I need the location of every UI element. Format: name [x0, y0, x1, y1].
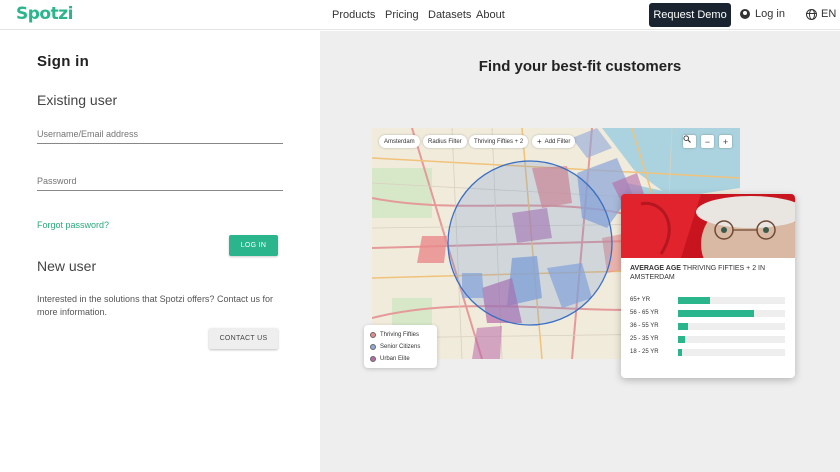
add-filter-chip[interactable]: + Add Filter	[532, 135, 576, 148]
age-insight-card: AVERAGE AGE THRIVING FIFTIES + 2 IN AMST…	[621, 194, 795, 378]
age-bar-label: 65+ YR	[630, 297, 651, 303]
legend-item: Thriving Fifties	[370, 329, 437, 341]
promo-panel: Find your best-fit customers Amsterdam R…	[320, 31, 840, 472]
legend-swatch	[370, 356, 376, 362]
contact-us-button[interactable]: CONTACT US	[209, 328, 278, 349]
spotzi-logo[interactable]: Spotzi	[16, 4, 73, 24]
age-bar-track	[678, 297, 785, 304]
password-field[interactable]	[37, 171, 283, 191]
user-icon	[740, 9, 750, 19]
chip-thriving-fifties[interactable]: Thriving Fifties + 2	[469, 135, 529, 148]
promo-heading: Find your best-fit customers	[478, 58, 682, 75]
language-label: EN	[821, 8, 837, 20]
login-button[interactable]: LOG IN	[229, 235, 278, 256]
age-bar-fill	[678, 323, 688, 330]
age-bar-fill	[678, 349, 682, 356]
forgot-password-link[interactable]: Forgot password?	[37, 220, 109, 230]
request-demo-button[interactable]: Request Demo	[649, 3, 731, 27]
age-bar-row: 25 - 35 YR	[630, 335, 790, 344]
legend-item: Urban Elite	[370, 353, 437, 365]
age-bar-fill	[678, 310, 754, 317]
age-bar-row: 56 - 65 YR	[630, 309, 790, 318]
zoom-in-icon[interactable]: +	[719, 135, 732, 148]
nav-about[interactable]: About	[476, 9, 505, 21]
signin-panel: Sign in Existing user Forgot password? L…	[0, 31, 320, 472]
legend-label: Urban Elite	[380, 356, 410, 362]
plus-icon: +	[537, 137, 542, 146]
zoom-out-icon[interactable]: −	[701, 135, 714, 148]
new-user-heading: New user	[37, 258, 97, 274]
legend-label: Thriving Fifties	[380, 332, 420, 338]
add-filter-label: Add Filter	[544, 138, 571, 145]
age-bar-fill	[678, 336, 685, 343]
age-bar-track	[678, 323, 785, 330]
globe-icon	[806, 8, 817, 20]
age-bar-track	[678, 310, 785, 317]
chip-radius-filter[interactable]: Radius Filter	[423, 135, 467, 148]
senior-woman-photo	[621, 194, 795, 258]
age-bar-row: 65+ YR	[630, 296, 790, 305]
age-bar-fill	[678, 297, 710, 304]
username-field[interactable]	[37, 124, 283, 144]
age-bar-row: 18 - 25 YR	[630, 348, 790, 357]
language-selector[interactable]: EN	[806, 8, 836, 20]
nav-products[interactable]: Products	[332, 9, 375, 21]
login-link[interactable]: Log in	[740, 8, 785, 20]
age-bar-label: 25 - 35 YR	[630, 336, 659, 342]
age-bar-label: 56 - 65 YR	[630, 310, 659, 316]
legend-swatch	[370, 344, 376, 350]
nav-pricing[interactable]: Pricing	[385, 9, 419, 21]
login-label: Log in	[755, 8, 785, 20]
new-user-description: Interested in the solutions that Spotzi …	[37, 294, 273, 317]
top-nav: Spotzi Products Pricing Datasets About R…	[0, 0, 840, 30]
card-title-bold: AVERAGE AGE	[630, 265, 681, 272]
signin-title: Sign in	[37, 53, 90, 70]
search-icon[interactable]	[683, 135, 696, 148]
age-bar-track	[678, 336, 785, 343]
map-legend: Thriving Fifties Senior Citizens Urban E…	[364, 325, 437, 368]
age-bar-track	[678, 349, 785, 356]
chip-amsterdam[interactable]: Amsterdam	[379, 135, 420, 148]
legend-swatch	[370, 332, 376, 338]
legend-item: Senior Citizens	[370, 341, 437, 353]
age-bar-row: 36 - 55 YR	[630, 322, 790, 331]
card-title: AVERAGE AGE THRIVING FIFTIES + 2 IN AMST…	[630, 264, 790, 282]
age-bar-label: 18 - 25 YR	[630, 349, 659, 355]
age-bar-label: 36 - 55 YR	[630, 323, 659, 329]
existing-user-heading: Existing user	[37, 92, 118, 108]
legend-label: Senior Citizens	[380, 344, 421, 350]
nav-datasets[interactable]: Datasets	[428, 9, 471, 21]
